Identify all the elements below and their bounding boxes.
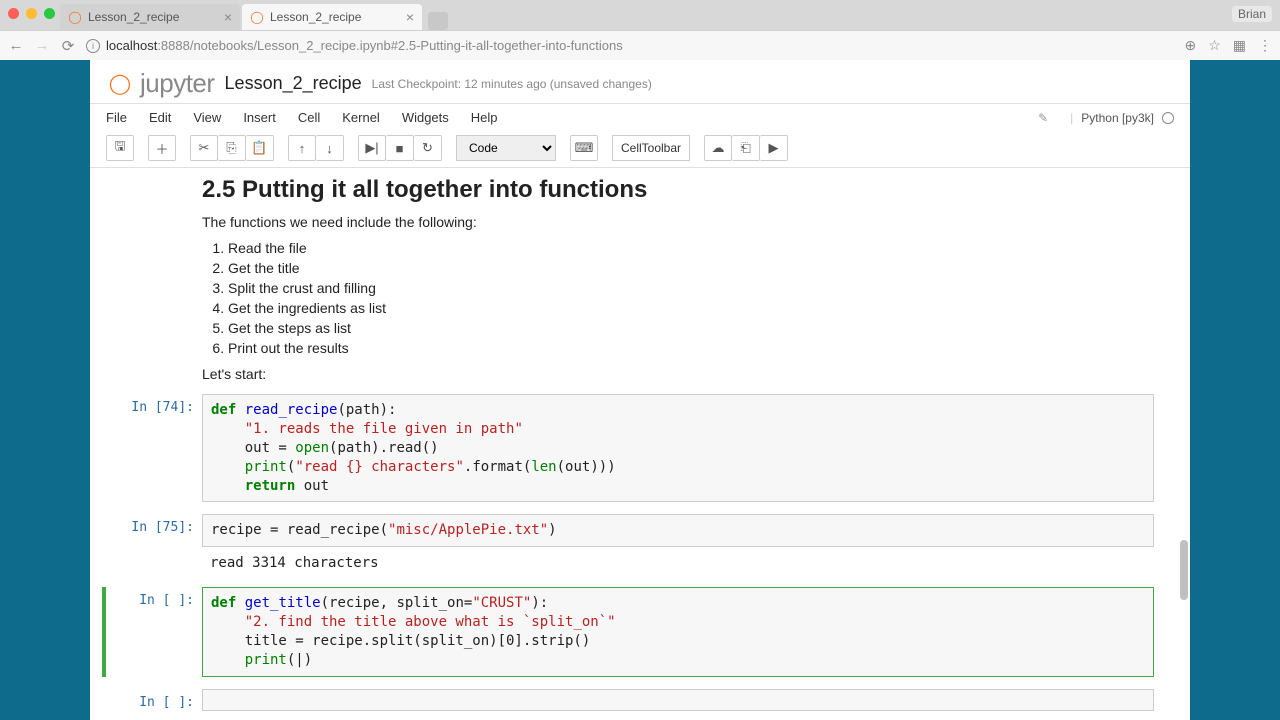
notebook-body: 2.5 Putting it all together into functio… <box>90 168 1190 720</box>
scrollbar-thumb[interactable] <box>1180 540 1188 600</box>
list-item: Get the ingredients as list <box>228 298 1154 318</box>
run-button[interactable]: ▶| <box>358 135 386 161</box>
output-text: read 3314 characters <box>202 551 1174 575</box>
toolbar: 🖫 ＋ ✂ ⎘ 📋 ↑ ↓ ▶| ■ ↻ Code ⌨ CellToolbar … <box>90 131 1190 168</box>
code-cell[interactable]: In [75]: recipe = read_recipe("misc/Appl… <box>106 514 1174 547</box>
browser-chrome: ◯ Lesson_2_recipe × ◯ Lesson_2_recipe × … <box>0 0 1280 60</box>
output-row: read 3314 characters <box>106 551 1174 575</box>
jupyter-icon: ◯ <box>106 70 134 98</box>
reload-button[interactable]: ⟳ <box>60 37 76 55</box>
list-item: Get the steps as list <box>228 318 1154 338</box>
command-palette-button[interactable]: ⌨ <box>570 135 598 161</box>
menu-view[interactable]: View <box>193 110 221 125</box>
input-prompt: In [ ]: <box>106 689 202 711</box>
code-cell-selected[interactable]: In [ ]: def get_title(recipe, split_on="… <box>102 587 1174 677</box>
minimize-window-button[interactable] <box>26 8 37 19</box>
stop-button[interactable]: ■ <box>386 135 414 161</box>
window-controls <box>8 8 55 19</box>
code-cell[interactable]: In [74]: def read_recipe(path): "1. read… <box>106 394 1174 502</box>
move-up-button[interactable]: ↑ <box>288 135 316 161</box>
url-input[interactable]: i localhost:8888/notebooks/Lesson_2_reci… <box>86 38 1174 53</box>
list-item: Split the crust and filling <box>228 278 1154 298</box>
menu-edit[interactable]: Edit <box>149 110 171 125</box>
menu-kernel[interactable]: Kernel <box>342 110 380 125</box>
list-item: Print out the results <box>228 338 1154 358</box>
list-item: Get the title <box>228 258 1154 278</box>
move-down-button[interactable]: ↓ <box>316 135 344 161</box>
address-bar: ← → ⟳ i localhost:8888/notebooks/Lesson_… <box>0 30 1280 60</box>
gift-button[interactable]: ⎗ <box>732 135 760 161</box>
cloud-upload-button[interactable]: ☁ <box>704 135 732 161</box>
jupyter-logo[interactable]: ◯ jupyter <box>106 68 215 99</box>
jupyter-icon: ◯ <box>250 10 264 24</box>
tab-title: Lesson_2_recipe <box>88 10 179 24</box>
markdown-cell[interactable]: 2.5 Putting it all together into functio… <box>202 176 1154 382</box>
input-prompt: In [ ]: <box>106 587 202 677</box>
notebook-title[interactable]: Lesson_2_recipe <box>225 73 362 94</box>
forward-button[interactable]: → <box>34 37 50 54</box>
menu-file[interactable]: File <box>106 110 127 125</box>
close-tab-icon[interactable]: × <box>406 9 414 25</box>
browser-tab-active[interactable]: ◯ Lesson_2_recipe × <box>242 4 422 30</box>
zoom-icon[interactable]: ⊕ <box>1184 37 1196 54</box>
notebook-page: ◯ jupyter Lesson_2_recipe Last Checkpoin… <box>90 60 1190 720</box>
intro-text: The functions we need include the follow… <box>202 214 1154 230</box>
menu-icon[interactable]: ⋮ <box>1258 37 1272 54</box>
input-prompt: In [75]: <box>106 514 202 547</box>
jupyter-icon: ◯ <box>68 10 82 24</box>
menu-insert[interactable]: Insert <box>243 110 276 125</box>
list-item: Read the file <box>228 238 1154 258</box>
profile-chip[interactable]: Brian <box>1232 6 1272 22</box>
lets-start: Let's start: <box>202 366 1154 382</box>
input-prompt: In [74]: <box>106 394 202 502</box>
edit-icon[interactable]: ✎ <box>1038 111 1048 125</box>
code-cell[interactable]: In [ ]: <box>106 689 1174 711</box>
scrollbar[interactable] <box>1178 120 1188 710</box>
kernel-status-icon <box>1162 112 1174 124</box>
browser-tab[interactable]: ◯ Lesson_2_recipe × <box>60 4 240 30</box>
code-input[interactable]: recipe = read_recipe("misc/ApplePie.txt"… <box>202 514 1154 547</box>
url-host: localhost <box>106 38 157 53</box>
close-window-button[interactable] <box>8 8 19 19</box>
maximize-window-button[interactable] <box>44 8 55 19</box>
code-input[interactable]: def get_title(recipe, split_on="CRUST"):… <box>202 587 1154 677</box>
tab-title: Lesson_2_recipe <box>270 10 361 24</box>
extensions-icon[interactable]: ▦ <box>1233 37 1246 54</box>
menu-help[interactable]: Help <box>471 110 498 125</box>
cell-type-select[interactable]: Code <box>456 135 556 161</box>
jupyter-logo-text: jupyter <box>140 68 215 99</box>
kernel-name: Python [py3k] <box>1081 111 1154 125</box>
close-tab-icon[interactable]: × <box>224 9 232 25</box>
youtube-button[interactable]: ▶ <box>760 135 788 161</box>
celltoolbar-button[interactable]: CellToolbar <box>612 135 690 161</box>
insert-cell-button[interactable]: ＋ <box>148 135 176 161</box>
code-input[interactable]: def read_recipe(path): "1. reads the fil… <box>202 394 1154 502</box>
restart-button[interactable]: ↻ <box>414 135 442 161</box>
steps-list: Read the file Get the title Split the cr… <box>228 238 1154 358</box>
kernel-indicator[interactable]: | Python [py3k] <box>1070 111 1174 125</box>
new-tab-button[interactable] <box>428 12 448 30</box>
save-button[interactable]: 🖫 <box>106 135 134 161</box>
section-heading: 2.5 Putting it all together into functio… <box>202 176 1154 204</box>
cut-button[interactable]: ✂ <box>190 135 218 161</box>
paste-button[interactable]: 📋 <box>246 135 274 161</box>
tab-strip: ◯ Lesson_2_recipe × ◯ Lesson_2_recipe × … <box>0 0 1280 30</box>
menu-bar: File Edit View Insert Cell Kernel Widget… <box>90 104 1190 131</box>
back-button[interactable]: ← <box>8 37 24 54</box>
site-info-icon[interactable]: i <box>86 39 100 53</box>
code-input[interactable] <box>202 689 1154 711</box>
menu-widgets[interactable]: Widgets <box>402 110 449 125</box>
checkpoint-status: Last Checkpoint: 12 minutes ago (unsaved… <box>372 77 652 91</box>
url-path: :8888/notebooks/Lesson_2_recipe.ipynb#2.… <box>157 38 622 53</box>
copy-button[interactable]: ⎘ <box>218 135 246 161</box>
bookmark-icon[interactable]: ☆ <box>1208 37 1221 54</box>
notebook-header: ◯ jupyter Lesson_2_recipe Last Checkpoin… <box>90 60 1190 104</box>
menu-cell[interactable]: Cell <box>298 110 320 125</box>
